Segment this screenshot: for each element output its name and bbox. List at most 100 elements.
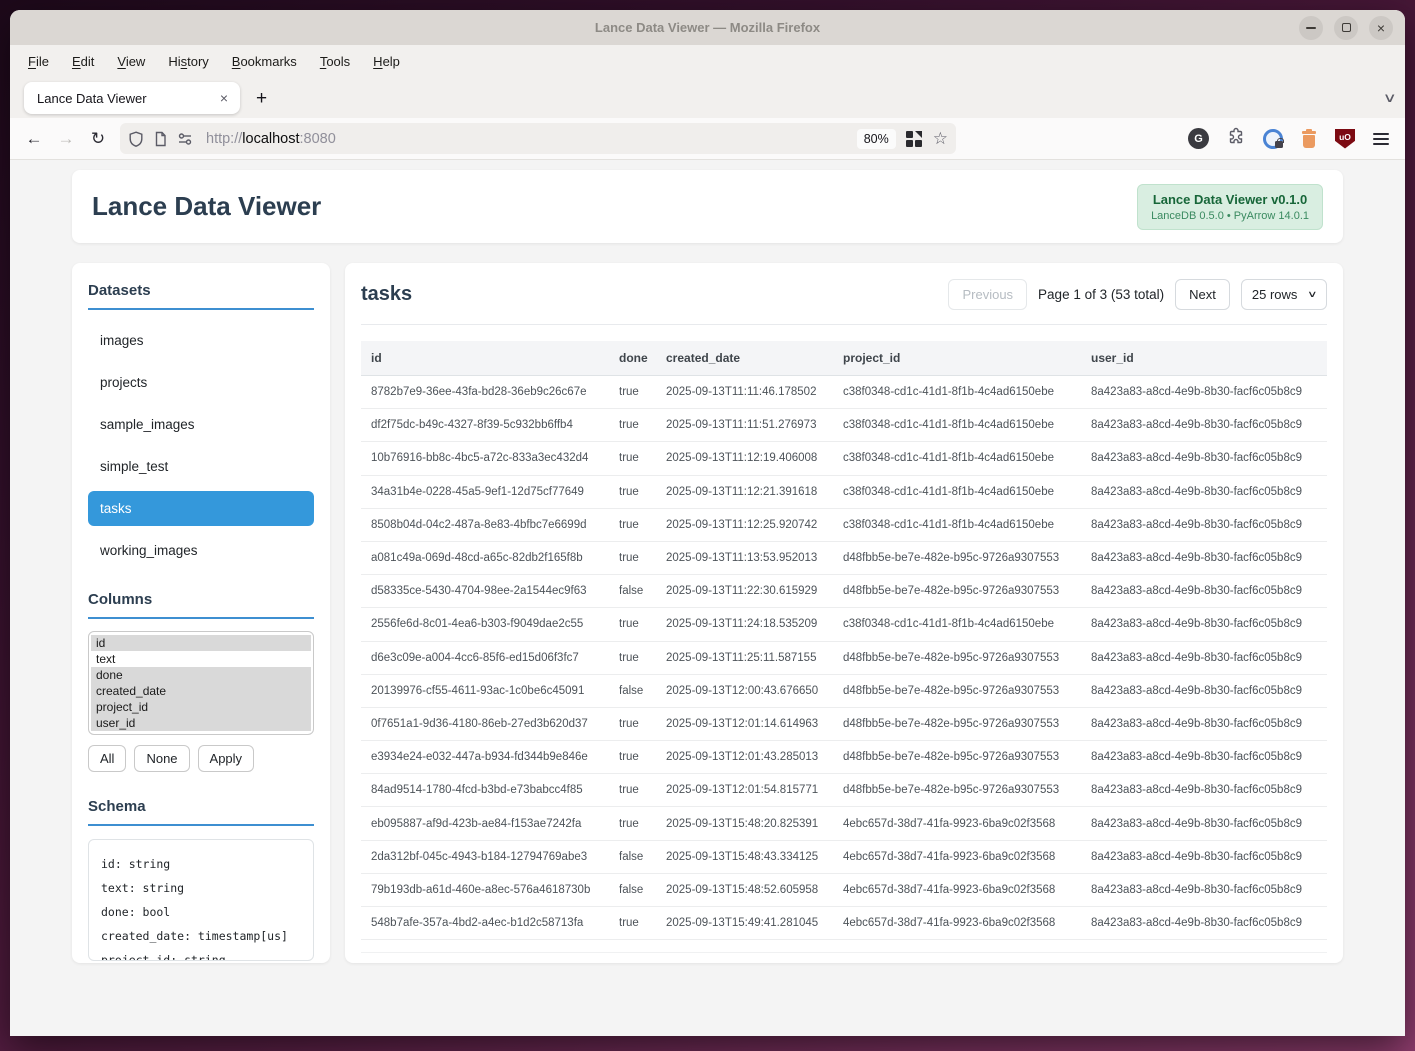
maximize-button[interactable] <box>1334 16 1358 40</box>
privacy-gauge-icon[interactable] <box>1263 129 1283 149</box>
dataset-list: images projects sample_images simple_testta… <box>88 323 314 568</box>
apply-button[interactable]: Apply <box>198 745 255 772</box>
cell-id: 34a31b4e-0228-45a5-9ef1-12d75cf77649 <box>361 475 609 508</box>
column-option-id[interactable]: id <box>91 635 311 651</box>
page-info-icon[interactable] <box>153 131 168 147</box>
cell-user_id: 8a423a83-a8cd-4e9b-8b30-facf6c05b8c9 <box>1081 376 1327 409</box>
url-bar[interactable]: http://localhost:8080 80% ☆ <box>120 123 956 154</box>
schema-box[interactable]: id: stringtext: stringdone: boolcreated_… <box>88 839 314 961</box>
cell-user_id: 8a423a83-a8cd-4e9b-8b30-facf6c05b8c9 <box>1081 707 1327 740</box>
cell-done: true <box>609 442 656 475</box>
column-option-created_date[interactable]: created_date <box>91 683 311 699</box>
ublock-shield-icon[interactable]: uO <box>1335 129 1355 149</box>
cell-created_date: 2025-09-13T11:11:46.178502 <box>656 376 833 409</box>
menu-item-edit[interactable]: Edit <box>72 54 94 69</box>
menu-item-help[interactable]: Help <box>373 54 400 69</box>
menu-text: tory <box>187 54 209 69</box>
menu-bar: File Edit View History Bookmarks Tools Help <box>10 45 1405 78</box>
cell-id: d58335ce-5430-4704-98ee-2a1544ec9f63 <box>361 575 609 608</box>
cell-id: 79b193db-a61d-460e-a8ec-576a4618730b <box>361 873 609 906</box>
menu-text: ookmarks <box>240 54 296 69</box>
dataset-item-projects[interactable]: projects <box>88 365 314 400</box>
extension-g-icon[interactable]: G <box>1188 128 1209 149</box>
grid-square <box>915 140 922 147</box>
main-panel: tasks Previous Page 1 of 3 (53 total) Ne… <box>345 263 1343 963</box>
reload-button[interactable]: ↻ <box>82 129 114 149</box>
menu-mnemonic: V <box>117 54 125 69</box>
column-header-created_date: created_date <box>656 341 833 376</box>
column-option-text[interactable]: text <box>91 651 311 667</box>
menu-text: Hi <box>168 54 180 69</box>
dataset-item-simple_test[interactable]: simple_test <box>88 449 314 484</box>
cell-id: df2f75dc-b49c-4327-8f39-5c932bb6ffb4 <box>361 409 609 442</box>
cell-done: true <box>609 508 656 541</box>
grid-square <box>906 140 913 147</box>
menu-item-view[interactable]: View <box>117 54 145 69</box>
menu-item-bookmarks[interactable]: Bookmarks <box>232 54 297 69</box>
cell-user_id: 8a423a83-a8cd-4e9b-8b30-facf6c05b8c9 <box>1081 674 1327 707</box>
minimize-icon <box>1306 27 1316 29</box>
back-button[interactable]: ← <box>18 129 50 149</box>
zoom-level-indicator[interactable]: 80% <box>857 129 896 149</box>
window-titlebar[interactable]: Lance Data Viewer — Mozilla Firefox × <box>10 10 1405 45</box>
cell-id: a081c49a-069d-48cd-a65c-82db2f165f8b <box>361 541 609 574</box>
previous-page-button[interactable]: Previous <box>948 279 1027 310</box>
cell-done: true <box>609 541 656 574</box>
column-option-done[interactable]: done <box>91 667 311 683</box>
menu-item-file[interactable]: File <box>28 54 49 69</box>
dataset-item-images[interactable]: images <box>88 323 314 358</box>
trash-extension-icon[interactable] <box>1301 129 1317 148</box>
trash-lid <box>1302 131 1316 134</box>
cell-id: 10b76916-bb8c-4bc5-a72c-833a3ec432d4 <box>361 442 609 475</box>
menu-item-tools[interactable]: Tools <box>320 54 350 69</box>
table-body: 8782b7e9-36ee-43fa-bd28-36eb9c26c67etrue… <box>361 376 1327 953</box>
select-all-button[interactable]: All <box>88 745 126 772</box>
table-row: 2556fe6d-8c01-4ea6-b303-f9049dae2c55true… <box>361 608 1327 641</box>
close-button[interactable]: × <box>1369 16 1393 40</box>
version-badge: Lance Data Viewer v0.1.0 LanceDB 0.5.0 •… <box>1137 184 1323 230</box>
shield-icon[interactable] <box>128 131 144 147</box>
dataset-item-sample_images[interactable]: sample_images <box>88 407 314 442</box>
column-option-user_id[interactable]: user_id <box>91 715 311 731</box>
table-row: 2da312bf-045c-4943-b184-12794769abe3fals… <box>361 840 1327 873</box>
cell-user_id: 8a423a83-a8cd-4e9b-8b30-facf6c05b8c9 <box>1081 475 1327 508</box>
columns-listbox[interactable]: idtextdonecreated_dateproject_iduser_id <box>88 631 314 735</box>
dataset-item-tasks[interactable]: tasks <box>88 491 314 526</box>
rows-per-page-select[interactable]: 25 rows ∨ <box>1241 279 1327 310</box>
cell-project_id: d48fbb5e-be7e-482e-b95c-9726a9307553 <box>833 707 1081 740</box>
dataset-item-working_images[interactable]: working_images <box>88 533 314 568</box>
page-status: Page 1 of 3 (53 total) <box>1038 287 1164 302</box>
app-menu-hamburger-icon[interactable] <box>1373 133 1389 145</box>
list-all-tabs-chevron-icon[interactable]: ∨ <box>1383 90 1397 106</box>
select-none-button[interactable]: None <box>134 745 189 772</box>
menu-item-history[interactable]: History <box>168 54 208 69</box>
header-divider <box>361 324 1327 325</box>
cell-user_id: 8a423a83-a8cd-4e9b-8b30-facf6c05b8c9 <box>1081 409 1327 442</box>
minimize-button[interactable] <box>1299 16 1323 40</box>
bookmark-star-icon[interactable]: ☆ <box>933 130 948 147</box>
tab-close-icon[interactable]: × <box>216 90 232 106</box>
next-page-button[interactable]: Next <box>1175 279 1230 310</box>
new-tab-button[interactable]: + <box>256 89 267 108</box>
screenshot-grid-icon[interactable] <box>906 131 922 147</box>
schema-line: created_date: timestamp[us] <box>101 924 301 948</box>
cell-project_id: 4ebc657d-38d7-41fa-9923-6ba9c02f3568 <box>833 873 1081 906</box>
permissions-icon[interactable] <box>177 131 193 147</box>
cell-empty <box>656 940 833 953</box>
extensions-puzzle-icon[interactable] <box>1227 127 1245 150</box>
version-badge-subtitle: LanceDB 0.5.0 • PyArrow 14.0.1 <box>1151 210 1309 222</box>
ublock-label: uO <box>1339 132 1351 149</box>
rows-per-page-value: 25 rows <box>1252 287 1298 302</box>
maximize-icon <box>1342 23 1351 32</box>
menu-text: dit <box>81 54 95 69</box>
column-option-project_id[interactable]: project_id <box>91 699 311 715</box>
cell-done: true <box>609 475 656 508</box>
grid-arrow <box>915 131 922 138</box>
forward-button[interactable]: → <box>50 129 82 149</box>
browser-tab[interactable]: Lance Data Viewer × <box>24 82 240 114</box>
cell-created_date: 2025-09-13T12:00:43.676650 <box>656 674 833 707</box>
cell-created_date: 2025-09-13T11:12:25.920742 <box>656 508 833 541</box>
menu-text: ile <box>36 54 49 69</box>
window-controls: × <box>1299 16 1393 40</box>
cell-created_date: 2025-09-13T15:48:43.334125 <box>656 840 833 873</box>
